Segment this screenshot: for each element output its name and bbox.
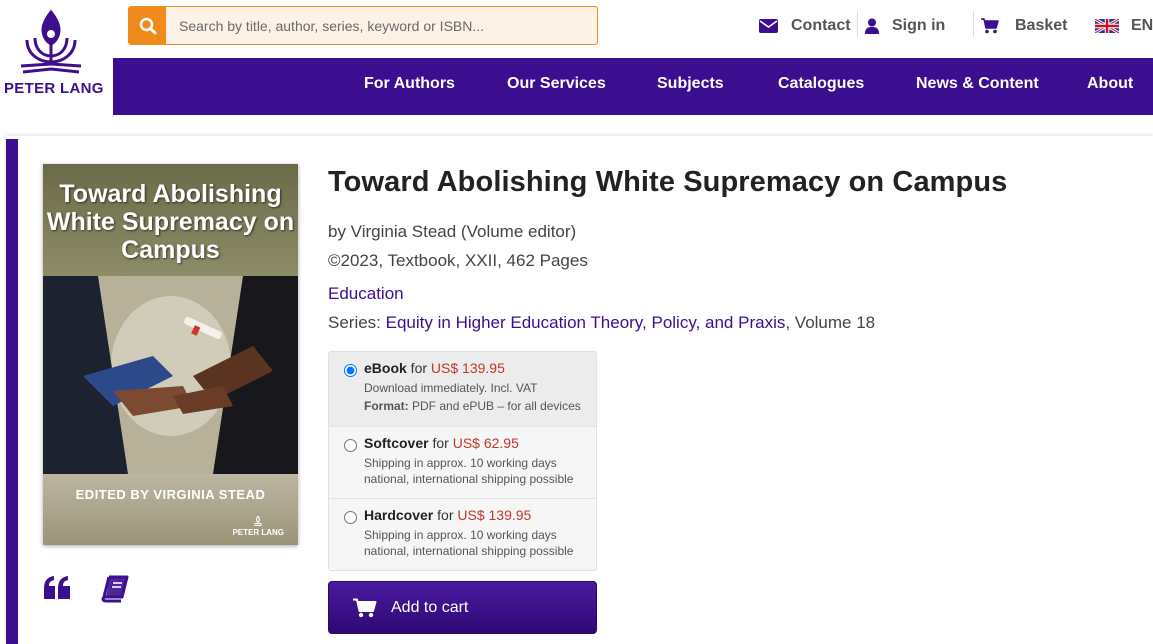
series-link[interactable]: Equity in Higher Education Theory, Polic… bbox=[386, 313, 786, 332]
search-input[interactable] bbox=[166, 7, 597, 44]
option-price: US$ 62.95 bbox=[452, 435, 519, 451]
logo-emblem-icon bbox=[20, 9, 82, 74]
cover-editor: EDITED BY VIRGINIA STEAD bbox=[75, 487, 266, 502]
option-note: national, international shipping possibl… bbox=[364, 544, 574, 558]
peter-lang-logo[interactable]: PETER LANG bbox=[0, 0, 113, 114]
nav-item-for-authors[interactable]: For Authors bbox=[364, 58, 455, 115]
subject-row: Education bbox=[328, 284, 404, 304]
nav-item-news-content[interactable]: News & Content bbox=[916, 58, 1039, 115]
add-to-cart-label: Add to cart bbox=[391, 598, 469, 616]
option-format: eBook bbox=[364, 360, 407, 376]
logo-text: PETER LANG bbox=[4, 80, 104, 97]
cart-icon bbox=[981, 18, 999, 34]
envelope-icon bbox=[759, 19, 778, 33]
series-volume: , Volume 18 bbox=[785, 313, 876, 332]
book-icon bbox=[101, 575, 129, 603]
contact-label: Contact bbox=[791, 17, 851, 34]
divider bbox=[973, 11, 974, 37]
main-nav: For Authors Our Services Subjects Catalo… bbox=[113, 58, 1153, 115]
book-details: ©2023, Textbook, XXII, 462 Pages bbox=[328, 251, 588, 270]
option-note: Download immediately. Incl. VAT bbox=[364, 381, 538, 395]
option-note: national, international shipping possibl… bbox=[364, 472, 574, 486]
hardcover-radio[interactable] bbox=[344, 511, 357, 524]
add-to-cart-button[interactable]: Add to cart bbox=[328, 581, 597, 634]
book-title: Toward Abolishing White Supremacy on Cam… bbox=[328, 166, 1008, 198]
series-row: Series: Equity in Higher Education Theor… bbox=[328, 313, 875, 333]
subject-link[interactable]: Education bbox=[328, 284, 404, 303]
cover-title: Toward Abolishing White Supremacy on Cam… bbox=[46, 180, 295, 264]
user-icon bbox=[865, 18, 879, 34]
uk-flag-icon bbox=[1095, 19, 1119, 33]
cite-button[interactable] bbox=[43, 575, 71, 606]
nav-item-subjects[interactable]: Subjects bbox=[657, 58, 724, 115]
option-format-note: Format: PDF and ePUB – for all devices bbox=[364, 399, 581, 413]
option-format: Softcover bbox=[364, 435, 429, 451]
option-note: Shipping in approx. 10 working days bbox=[364, 528, 557, 542]
option-format: Hardcover bbox=[364, 507, 434, 523]
option-price: US$ 139.95 bbox=[430, 360, 505, 376]
basket-label: Basket bbox=[1015, 17, 1068, 34]
read-preview-button[interactable] bbox=[101, 575, 129, 608]
basket-link[interactable]: Basket bbox=[981, 14, 1067, 38]
sign-in-label: Sign in bbox=[892, 17, 946, 34]
contact-link[interactable]: Contact bbox=[759, 14, 851, 38]
publisher-logo-icon bbox=[254, 515, 263, 527]
search-icon bbox=[139, 17, 156, 34]
quote-icon bbox=[44, 576, 70, 599]
series-label: Series: bbox=[328, 313, 386, 332]
book-cover[interactable]: Toward Abolishing White Supremacy on Cam… bbox=[43, 164, 298, 545]
search-button[interactable] bbox=[129, 7, 166, 44]
option-price: US$ 139.95 bbox=[457, 507, 532, 523]
nav-item-our-services[interactable]: Our Services bbox=[507, 58, 606, 115]
search-bar bbox=[128, 6, 598, 45]
cover-photo-image bbox=[43, 276, 298, 474]
book-byline: by Virginia Stead (Volume editor) bbox=[328, 222, 577, 241]
nav-item-catalogues[interactable]: Catalogues bbox=[778, 58, 864, 115]
sign-in-link[interactable]: Sign in bbox=[865, 14, 945, 38]
cover-publisher: PETER LANG bbox=[232, 515, 284, 537]
format-options: eBook for US$ 139.95 Download immediatel… bbox=[328, 351, 597, 571]
accent-bar bbox=[6, 139, 18, 644]
option-hardcover[interactable]: Hardcover for US$ 139.95 Shipping in app… bbox=[329, 498, 596, 570]
language-label: EN bbox=[1131, 17, 1153, 34]
softcover-radio[interactable] bbox=[344, 439, 357, 452]
ebook-radio[interactable] bbox=[344, 364, 357, 377]
option-note: Shipping in approx. 10 working days bbox=[364, 456, 557, 470]
option-ebook[interactable]: eBook for US$ 139.95 Download immediatel… bbox=[329, 352, 596, 426]
cart-icon bbox=[353, 598, 377, 617]
option-softcover[interactable]: Softcover for US$ 62.95 Shipping in appr… bbox=[329, 426, 596, 498]
language-switcher[interactable]: EN bbox=[1095, 14, 1153, 38]
nav-item-about[interactable]: About bbox=[1087, 58, 1133, 115]
divider bbox=[857, 11, 858, 37]
